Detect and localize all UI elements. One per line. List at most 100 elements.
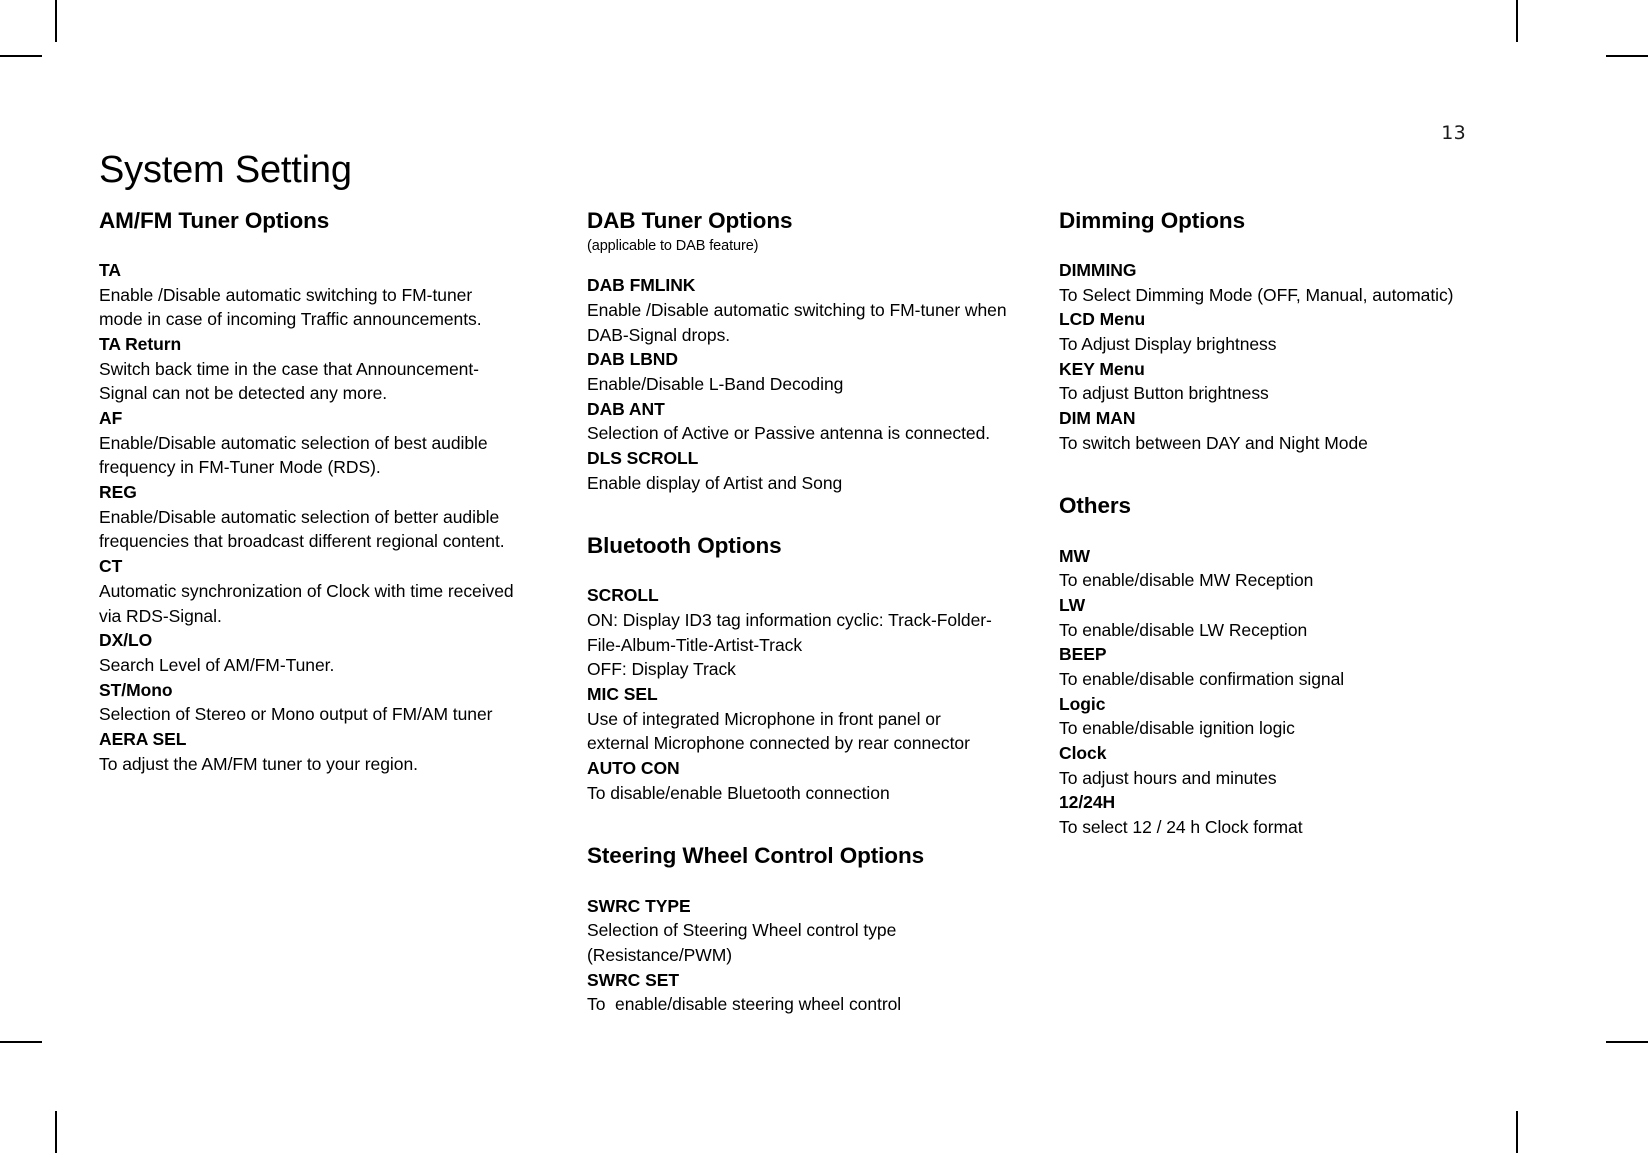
- setting-term: TA Return: [99, 334, 182, 355]
- setting-entry: DIMMING To Select Dimming Mode (OFF, Manu…: [1059, 258, 1499, 307]
- setting-entry: CT Automatic synchronization of Clock wit…: [99, 554, 519, 628]
- setting-description: To switch between DAY and Night Mode: [1059, 432, 1368, 453]
- crop-mark-top-left-vertical: [55, 0, 57, 42]
- setting-description: Selection of Stereo or Mono output of FM…: [99, 704, 493, 725]
- column-3: Dimming Options DIMMING To Select Dimming …: [1059, 208, 1499, 840]
- page-title: System Setting: [99, 149, 352, 192]
- setting-term: SWRC TYPE: [587, 895, 691, 916]
- section-heading: AM/FM Tuner Options: [99, 208, 330, 233]
- setting-term: DAB LBND: [587, 349, 678, 370]
- setting-description: To adjust the AM/FM tuner to your region…: [99, 753, 418, 774]
- setting-entry: MW To enable/disable MW Reception: [1059, 544, 1499, 593]
- setting-description: Use of integrated Microphone in front pa…: [587, 708, 970, 754]
- setting-entry: MIC SEL Use of integrated Microphone in f…: [587, 682, 1007, 756]
- setting-description: Enable/Disable automatic selection of be…: [99, 506, 505, 552]
- setting-description: To Select Dimming Mode (OFF, Manual, aut…: [1059, 284, 1454, 305]
- setting-description: Enable display of Artist and Song: [587, 472, 843, 493]
- crop-mark-bottom-right-vertical: [1516, 1111, 1518, 1153]
- setting-description: To enable/disable confirmation signal: [1059, 668, 1345, 689]
- section-others: Others MW To enable/disable MW Reception LW…: [1059, 493, 1499, 839]
- crop-mark-top-right-horizontal: [1606, 55, 1648, 57]
- setting-term: 12/24H: [1059, 792, 1116, 813]
- setting-entry: LW To enable/disable LW Reception: [1059, 593, 1499, 642]
- setting-description: To enable/disable MW Reception: [1059, 570, 1314, 591]
- section-heading: Others: [1059, 493, 1131, 519]
- entry-list: MW To enable/disable MW Reception LW To ena…: [1059, 544, 1499, 840]
- setting-entry: Logic To enable/disable ignition logic: [1059, 692, 1499, 741]
- setting-description: To enable/disable steering wheel control: [587, 994, 902, 1015]
- setting-entry: DAB ANT Selection of Active or Passive an…: [587, 397, 1007, 446]
- setting-term: DAB FMLINK: [587, 275, 696, 296]
- section-heading: Dimming Options: [1059, 208, 1245, 233]
- setting-entry: AF Enable/Disable automatic selection of …: [99, 406, 519, 480]
- setting-description: Selection of Active or Passive antenna i…: [587, 423, 991, 444]
- setting-term: SCROLL: [587, 585, 659, 606]
- setting-description: Enable/Disable L-Band Decoding: [587, 373, 844, 394]
- setting-entry: DX/LO Search Level of AM/FM-Tuner.: [99, 628, 519, 677]
- setting-term: MW: [1059, 545, 1090, 566]
- setting-description: To enable/disable ignition logic: [1059, 718, 1295, 739]
- setting-description: Switch back time in the case that Announ…: [99, 358, 479, 404]
- setting-term: REG: [99, 482, 137, 503]
- setting-entry: REG Enable/Disable automatic selection of…: [99, 480, 519, 554]
- setting-description: To adjust Button brightness: [1059, 383, 1269, 404]
- entry-list: SWRC TYPE Selection of Steering Wheel con…: [587, 894, 1007, 1017]
- section-am-fm-tuner-options: AM/FM Tuner Options TA Enable /Disable aut…: [99, 208, 519, 776]
- setting-description: To Adjust Display brightness: [1059, 334, 1277, 355]
- setting-term: DIMMING: [1059, 260, 1137, 281]
- setting-entry: DIM MAN To switch between DAY and Night M…: [1059, 406, 1499, 455]
- setting-entry: TA Enable /Disable automatic switching to…: [99, 258, 519, 332]
- setting-term: LCD Menu: [1059, 309, 1146, 330]
- crop-mark-bottom-right-horizontal: [1606, 1041, 1648, 1043]
- setting-entry: AUTO CON To disable/enable Bluetooth conn…: [587, 756, 1007, 805]
- setting-description: To adjust hours and minutes: [1059, 767, 1277, 788]
- setting-description: Enable /Disable automatic switching to F…: [99, 284, 482, 330]
- setting-term: SWRC SET: [587, 969, 679, 990]
- setting-entry: LCD Menu To Adjust Display brightness: [1059, 307, 1499, 356]
- crop-mark-bottom-left-vertical: [55, 1111, 57, 1153]
- setting-entry: DAB LBND Enable/Disable L-Band Decoding: [587, 347, 1007, 396]
- setting-entry: 12/24H To select 12 / 24 h Clock format: [1059, 790, 1499, 839]
- setting-description: To select 12 / 24 h Clock format: [1059, 816, 1303, 837]
- setting-term: AF: [99, 408, 123, 429]
- setting-entry: KEY Menu To adjust Button brightness: [1059, 357, 1499, 406]
- setting-term: DIM MAN: [1059, 408, 1136, 429]
- setting-term: LW: [1059, 594, 1086, 615]
- setting-term: KEY Menu: [1059, 358, 1145, 379]
- section-heading: Bluetooth Options: [587, 533, 782, 559]
- setting-entry: DLS SCROLL Enable display of Artist and S…: [587, 446, 1007, 495]
- section-subnote: (applicable to DAB feature): [587, 238, 759, 255]
- entry-list: TA Enable /Disable automatic switching to…: [99, 258, 519, 776]
- section-heading: DAB Tuner Options: [587, 208, 793, 233]
- entry-list: DIMMING To Select Dimming Mode (OFF, Manu…: [1059, 258, 1499, 455]
- setting-entry: SCROLL ON: Display ID3 tag information cy…: [587, 583, 1007, 682]
- setting-term: Logic: [1059, 693, 1106, 714]
- setting-description: Selection of Steering Wheel control type…: [587, 920, 902, 965]
- setting-term: CT: [99, 556, 123, 577]
- setting-description: Automatic synchronization of Clock with …: [99, 580, 519, 626]
- content-columns: AM/FM Tuner Options TA Enable /Disable aut…: [99, 208, 1519, 1017]
- setting-term: ST/Mono: [99, 679, 173, 700]
- section-dimming-options: Dimming Options DIMMING To Select Dimming …: [1059, 208, 1499, 455]
- setting-description: Enable/Disable automatic selection of be…: [99, 432, 493, 478]
- setting-term: AERA SEL: [99, 728, 187, 749]
- section-bluetooth-options: Bluetooth Options SCROLL ON: Display ID3 t…: [587, 533, 1007, 805]
- entry-list: DAB FMLINK Enable /Disable automatic swit…: [587, 273, 1007, 495]
- column-2: DAB Tuner Options (applicable to DAB feat…: [587, 208, 1007, 1017]
- setting-term: DX/LO: [99, 630, 153, 651]
- page-number: 13: [1441, 122, 1466, 144]
- setting-description: To enable/disable LW Reception: [1059, 619, 1308, 640]
- crop-mark-top-left-horizontal: [0, 55, 42, 57]
- setting-entry: Clock To adjust hours and minutes: [1059, 741, 1499, 790]
- setting-entry: SWRC TYPE Selection of Steering Wheel con…: [587, 894, 1007, 968]
- setting-description: Search Level of AM/FM-Tuner.: [99, 654, 335, 675]
- crop-mark-bottom-left-horizontal: [0, 1041, 42, 1043]
- setting-term: MIC SEL: [587, 684, 658, 705]
- column-1: AM/FM Tuner Options TA Enable /Disable aut…: [99, 208, 519, 776]
- crop-mark-top-right-vertical: [1516, 0, 1518, 42]
- setting-term: TA: [99, 260, 121, 281]
- setting-entry: ST/Mono Selection of Stereo or Mono outpu…: [99, 678, 519, 727]
- setting-term: BEEP: [1059, 644, 1107, 665]
- setting-term: AUTO CON: [587, 758, 680, 779]
- setting-description: Enable /Disable automatic switching to F…: [587, 299, 1012, 345]
